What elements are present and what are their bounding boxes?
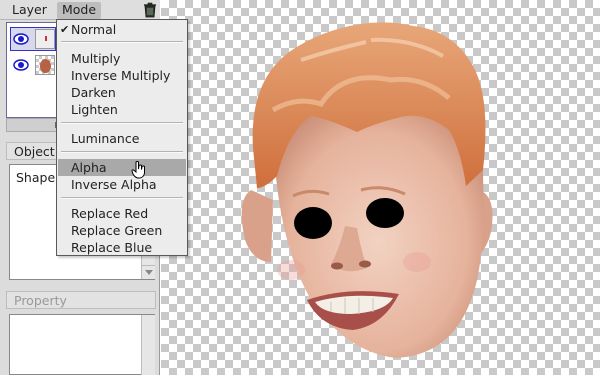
layer-row[interactable] (10, 27, 56, 51)
menu-separator (61, 197, 183, 199)
menu-item-inverse-multiply[interactable]: Inverse Multiply (58, 67, 186, 84)
menu-item-label: Normal (71, 22, 117, 37)
menu-item-alpha[interactable]: Alpha (58, 159, 186, 176)
layer-list (6, 22, 58, 118)
menu-separator (61, 41, 183, 43)
layer-thumbnail (35, 29, 55, 49)
layer-thumbnail (35, 55, 55, 75)
menu-item-normal[interactable]: ✔ Normal (58, 21, 186, 38)
image-canvas[interactable] (161, 0, 600, 375)
property-list (9, 314, 155, 375)
eye-icon[interactable] (13, 58, 29, 72)
property-section-header: Property (6, 291, 156, 309)
layer-menu[interactable]: Layer (7, 2, 52, 19)
menu-item-inverse-alpha[interactable]: Inverse Alpha (58, 176, 186, 193)
layer-scrollbar[interactable] (6, 118, 59, 132)
hand-cursor-icon (131, 161, 145, 179)
panel-menubar: Layer Mode (0, 0, 160, 20)
eye-icon[interactable] (13, 32, 29, 46)
mode-dropdown-menu: ✔ Normal Multiply Inverse Multiply Darke… (56, 19, 188, 256)
menu-item-replace-green[interactable]: Replace Green (58, 222, 186, 239)
menu-separator (61, 122, 183, 124)
menu-item-replace-blue[interactable]: Replace Blue (58, 239, 186, 256)
menu-item-darken[interactable]: Darken (58, 84, 186, 101)
menu-item-replace-red[interactable]: Replace Red (58, 205, 186, 222)
menu-item-lighten[interactable]: Lighten (58, 101, 186, 118)
menu-separator (61, 151, 183, 153)
object-list-item[interactable]: Shape (16, 170, 55, 185)
scroll-down-icon[interactable] (141, 265, 155, 279)
property-scrollbar[interactable] (141, 315, 155, 375)
layer-row[interactable] (10, 53, 56, 77)
checkmark-icon: ✔ (60, 23, 70, 36)
menu-item-multiply[interactable]: Multiply (58, 50, 186, 67)
mode-menu[interactable]: Mode (57, 2, 102, 19)
trash-icon[interactable] (143, 2, 157, 18)
child-face-image (241, 22, 493, 358)
menu-item-luminance[interactable]: Luminance (58, 130, 186, 147)
